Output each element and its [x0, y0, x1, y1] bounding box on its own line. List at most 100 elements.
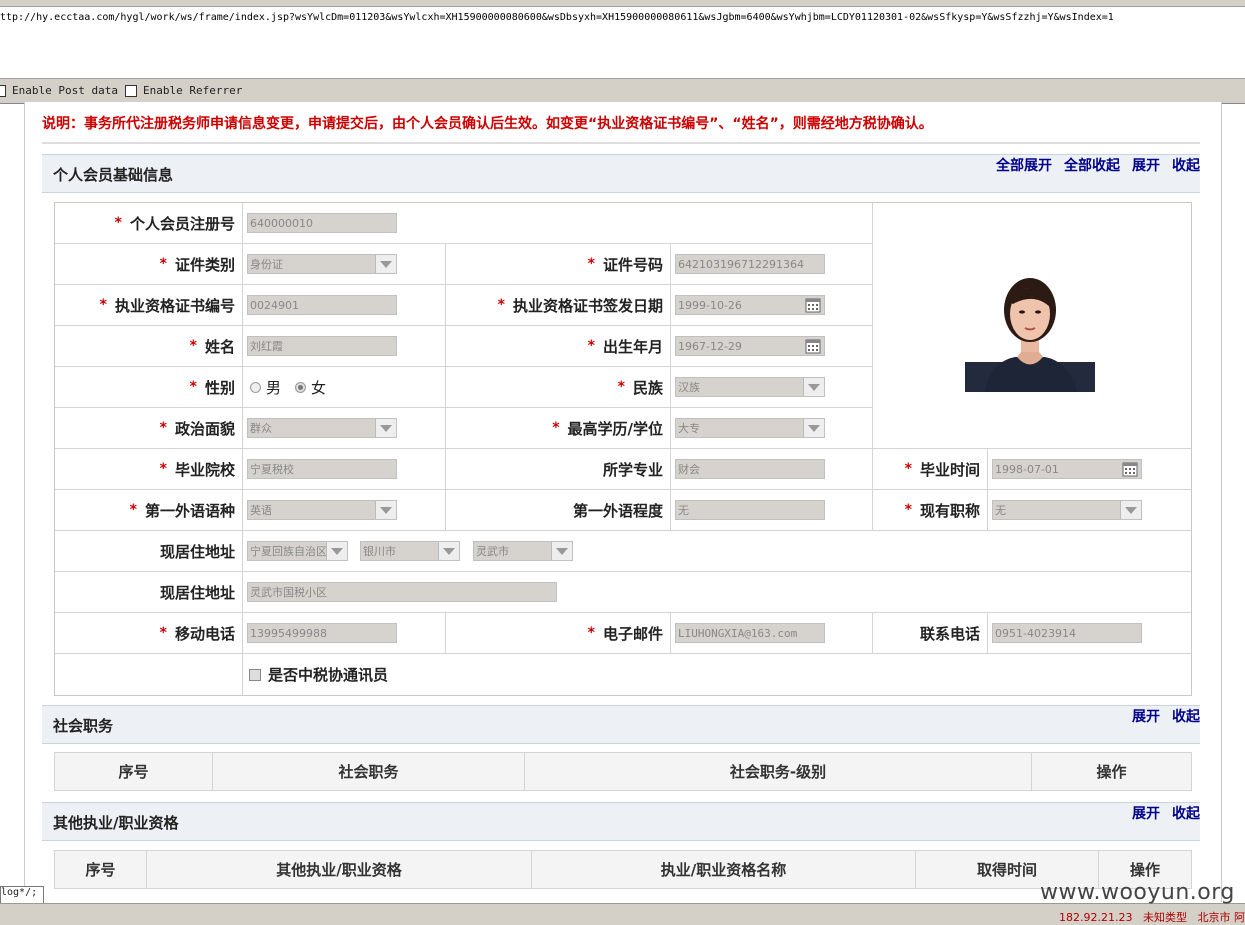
cert-date-input[interactable]: 1999-10-26	[675, 295, 825, 315]
section-other-title: 其他执业/职业资格	[53, 812, 178, 833]
chevron-down-icon[interactable]	[326, 542, 347, 560]
female-radio[interactable]	[295, 382, 306, 393]
status-type: 未知类型	[1143, 911, 1187, 924]
enable-post-label: Enable Post data	[12, 84, 118, 97]
mobile-cell: 13995499988	[243, 613, 446, 654]
id-no-label: *证件号码	[446, 244, 671, 285]
school-input[interactable]: 宁夏税校	[247, 459, 397, 479]
section-other-links: 展开 收起	[1132, 803, 1200, 823]
city-select[interactable]: 银川市	[360, 541, 460, 561]
options-toolbar: Enable Post data Enable Referrer	[0, 78, 1245, 104]
grad-time-input[interactable]: 1998-07-01	[992, 459, 1142, 479]
lang-level-input[interactable]: 无	[675, 500, 825, 520]
enable-referrer-option[interactable]: Enable Referrer	[125, 84, 242, 97]
gender-label: *性别	[55, 367, 243, 408]
id-no-input[interactable]: 642103196712291364	[675, 254, 825, 274]
email-label: *电子邮件	[446, 613, 671, 654]
lang-level-cell: 无	[671, 490, 873, 531]
education-label: *最高学历/学位	[446, 408, 671, 449]
section-basic-title: 个人会员基础信息	[53, 164, 173, 185]
section-other-header: 其他执业/职业资格 展开 收起	[42, 802, 1200, 841]
school-cell: 宁夏税校	[243, 449, 446, 490]
ethnic-select[interactable]: 汉族	[675, 377, 825, 397]
county-select[interactable]: 灵武市	[473, 541, 573, 561]
address-input[interactable]: 灵武市国税小区	[247, 582, 557, 602]
enable-referrer-checkbox[interactable]	[125, 85, 137, 97]
gender-cell: 男 女	[243, 367, 446, 408]
birth-label: *出生年月	[446, 326, 671, 367]
political-label: *政治面貌	[55, 408, 243, 449]
cert-no-label: *执业资格证书编号	[55, 285, 243, 326]
window-top-edge	[0, 0, 1245, 7]
collapse-all-link[interactable]: 全部收起	[1064, 155, 1120, 175]
expand-link[interactable]: 展开	[1132, 706, 1160, 726]
chevron-down-icon[interactable]	[1120, 501, 1141, 519]
lang-cell: 英语	[243, 490, 446, 531]
calendar-icon[interactable]	[1122, 461, 1138, 477]
male-label: 男	[266, 377, 281, 398]
divider	[42, 142, 1200, 144]
column-header: 执业/职业资格名称	[532, 851, 916, 888]
correspondent-label: 是否中税协通讯员	[268, 664, 388, 685]
addr-cell: 宁夏回族自治区 银川市 灵武市	[243, 531, 1191, 572]
reg-no-input[interactable]: 640000010	[247, 213, 397, 233]
url-text[interactable]: ttp://hy.ecctaa.com/hygl/work/ws/frame/i…	[0, 12, 1114, 23]
id-no-cell: 642103196712291364	[671, 244, 873, 285]
enable-post-option[interactable]: Enable Post data	[0, 84, 118, 97]
enable-post-checkbox[interactable]	[0, 85, 6, 97]
collapse-link[interactable]: 收起	[1172, 706, 1200, 726]
member-photo	[965, 262, 1095, 392]
other-grid-header: 序号 其他执业/职业资格 执业/职业资格名称 取得时间 操作	[54, 850, 1192, 889]
mobile-input[interactable]: 13995499988	[247, 623, 397, 643]
chevron-down-icon[interactable]	[803, 378, 824, 396]
addr2-label: 现居住地址	[55, 572, 243, 613]
collapse-link[interactable]: 收起	[1172, 155, 1200, 175]
mobile-label: *移动电话	[55, 613, 243, 654]
birth-cell: 1967-12-29	[671, 326, 873, 367]
expand-link[interactable]: 展开	[1132, 155, 1160, 175]
expand-link[interactable]: 展开	[1132, 803, 1160, 823]
expand-all-link[interactable]: 全部展开	[996, 155, 1052, 175]
id-type-cell: 身份证	[243, 244, 446, 285]
column-header: 社会职务	[213, 753, 525, 790]
male-radio[interactable]	[250, 382, 261, 393]
section-basic-links: 全部展开 全部收起 展开 收起	[996, 155, 1200, 175]
correspondent-checkbox[interactable]	[249, 669, 261, 681]
political-select[interactable]: 群众	[247, 418, 397, 438]
phone-input[interactable]: 0951-4023914	[992, 623, 1142, 643]
section-social-title: 社会职务	[53, 715, 113, 736]
chevron-down-icon[interactable]	[551, 542, 572, 560]
major-cell: 财会	[671, 449, 873, 490]
empty-cell	[55, 654, 243, 695]
birth-input[interactable]: 1967-12-29	[675, 336, 825, 356]
chevron-down-icon[interactable]	[375, 255, 396, 273]
chevron-down-icon[interactable]	[375, 419, 396, 437]
province-select[interactable]: 宁夏回族自治区	[247, 541, 348, 561]
phone-label: 联系电话	[873, 613, 988, 654]
chevron-down-icon[interactable]	[375, 501, 396, 519]
email-cell: LIUHONGXIA@163.com	[671, 613, 873, 654]
main-content: 说明：事务所代注册税务师申请信息变更，申请提交后，由个人会员确认后生效。如变更“…	[24, 102, 1222, 902]
chevron-down-icon[interactable]	[803, 419, 824, 437]
name-input[interactable]: 刘红霞	[247, 336, 397, 356]
correspondent-cell: 是否中税协通讯员	[243, 654, 1191, 695]
title-select[interactable]: 无	[992, 500, 1142, 520]
lang-label: *第一外语语种	[55, 490, 243, 531]
email-input[interactable]: LIUHONGXIA@163.com	[675, 623, 825, 643]
chevron-down-icon[interactable]	[438, 542, 459, 560]
reg-no-cell: 640000010	[243, 203, 873, 244]
cert-no-input[interactable]: 0024901	[247, 295, 397, 315]
political-cell: 群众	[243, 408, 446, 449]
ethnic-cell: 汉族	[671, 367, 873, 408]
name-cell: 刘红霞	[243, 326, 446, 367]
column-header: 序号	[55, 851, 147, 888]
major-input[interactable]: 财会	[675, 459, 825, 479]
education-select[interactable]: 大专	[675, 418, 825, 438]
collapse-link[interactable]: 收起	[1172, 803, 1200, 823]
id-type-label: *证件类别	[55, 244, 243, 285]
status-location: 北京市 阿	[1198, 911, 1245, 924]
lang-select[interactable]: 英语	[247, 500, 397, 520]
calendar-icon[interactable]	[805, 297, 821, 313]
calendar-icon[interactable]	[805, 338, 821, 354]
id-type-select[interactable]: 身份证	[247, 254, 397, 274]
